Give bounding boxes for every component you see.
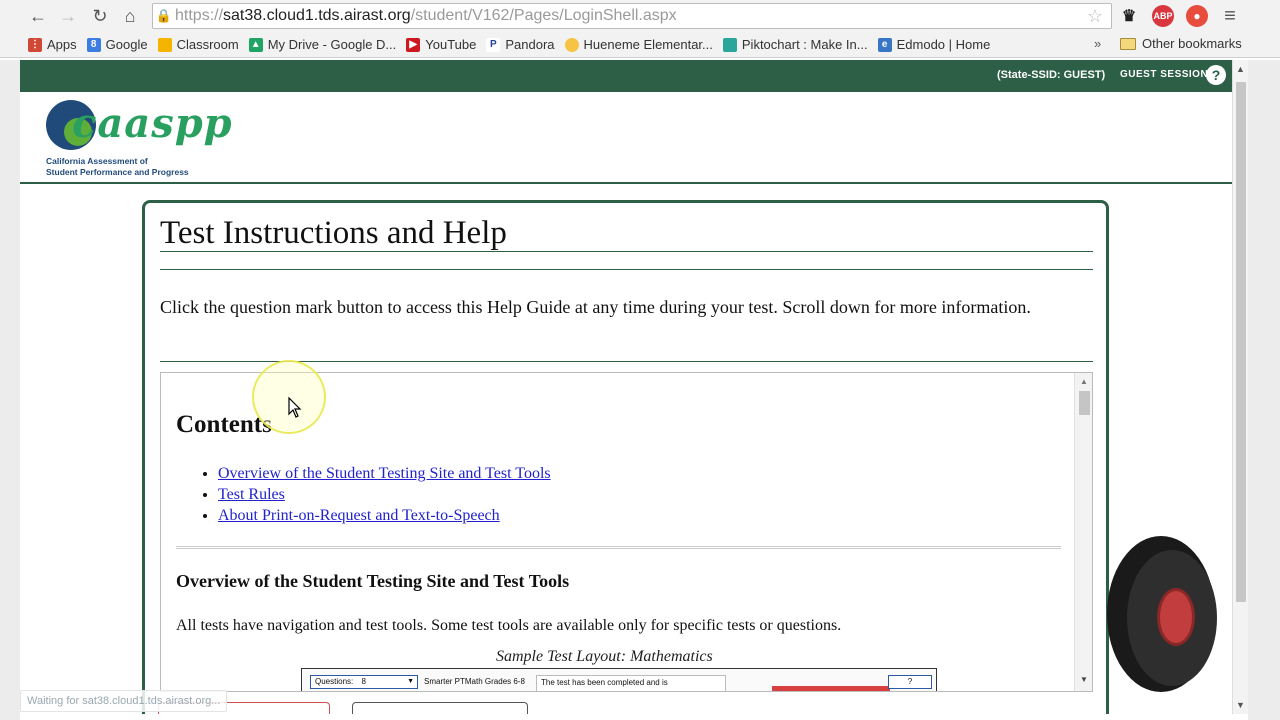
bookmark-label: Pandora	[505, 37, 555, 52]
bookmark-label: Hueneme Elementar...	[583, 37, 713, 52]
bookmark-label: My Drive - Google D...	[267, 37, 397, 52]
other-bookmarks-label: Other bookmarks	[1142, 36, 1242, 51]
site-header: caaspp California Assessment of Student …	[20, 92, 1232, 184]
caaspp-logo: caaspp	[72, 100, 233, 147]
toc-link-overview[interactable]: Overview of the Student Testing Site and…	[218, 465, 551, 482]
bookmark-label: Google	[105, 37, 148, 52]
bookmark-edmodo[interactable]: e Edmodo | Home	[877, 37, 991, 52]
folder-icon	[1120, 37, 1136, 50]
toc-link-print-on-request[interactable]: About Print-on-Request and Text-to-Speec…	[218, 507, 500, 524]
toc-item: About Print-on-Request and Text-to-Speec…	[218, 505, 551, 526]
bookmark-classroom[interactable]: Classroom	[157, 37, 239, 52]
title-divider	[160, 269, 1093, 270]
sample-test-layout-image: Questions: 8 ▼ Smarter PTMath Grades 6-8…	[301, 668, 937, 691]
home-icon[interactable]: ⌂	[116, 2, 144, 30]
classroom-icon	[157, 37, 172, 52]
url-path: /student/V162/Pages/LoginShell.aspx	[410, 7, 677, 24]
bookmark-label: YouTube	[425, 37, 477, 52]
google-icon: 8	[86, 37, 101, 52]
overview-heading: Overview of the Student Testing Site and…	[176, 571, 570, 591]
url-host: sat38.cloud1.tds.airast.org	[223, 7, 411, 24]
browser-toolbar: ← → ↻ ⌂ 🔒 https:// sat38.cloud1.tds.aira…	[0, 0, 1280, 32]
right-gutter	[1248, 60, 1280, 720]
address-bar[interactable]: 🔒 https:// sat38.cloud1.tds.airast.org /…	[152, 3, 1112, 29]
scroll-up-icon[interactable]: ▲	[1236, 64, 1245, 74]
edmodo-icon: e	[877, 37, 892, 52]
table-of-contents: Overview of the Student Testing Site and…	[203, 463, 551, 526]
more-bookmarks-chevron-icon[interactable]: »	[1094, 36, 1101, 51]
scroll-down-icon[interactable]: ▼	[1236, 700, 1245, 710]
youtube-icon: ▶	[406, 37, 421, 52]
guest-session-text: GUEST SESSION	[1120, 69, 1209, 80]
piktochart-icon	[722, 37, 737, 52]
sample-caption: Sample Test Layout: Mathematics	[496, 648, 713, 665]
bookmark-piktochart[interactable]: Piktochart : Make In...	[722, 37, 868, 52]
bookmark-drive[interactable]: ▲ My Drive - Google D...	[248, 37, 397, 52]
mouse-cursor-icon	[288, 397, 302, 418]
extension-red-icon[interactable]: ●	[1186, 5, 1208, 27]
bookmark-label: Apps	[47, 37, 77, 52]
menu-icon[interactable]: ≡	[1216, 2, 1244, 30]
bookmark-star-icon[interactable]: ☆	[1087, 6, 1103, 27]
logo-subtitle: California Assessment of Student Perform…	[46, 156, 189, 178]
bookmark-label: Piktochart : Make In...	[741, 37, 868, 52]
instructions-card: Test Instructions and Help Click the que…	[142, 200, 1109, 714]
logo-sub-line1: California Assessment of	[46, 156, 148, 166]
drive-icon: ▲	[248, 37, 263, 52]
url-scheme: https://	[175, 7, 224, 24]
sample-questions-value: 8	[361, 677, 366, 686]
site-top-bar: (State-SSID: GUEST) GUEST SESSION ?	[20, 60, 1232, 92]
bookmark-label: Classroom	[176, 37, 239, 52]
partial-button[interactable]	[352, 702, 528, 714]
sample-help-button: ?	[888, 675, 932, 689]
other-bookmarks[interactable]: Other bookmarks	[1120, 36, 1242, 51]
adblock-icon[interactable]: ABP	[1152, 5, 1174, 27]
page-viewport: (State-SSID: GUEST) GUEST SESSION ? caas…	[20, 60, 1232, 714]
ssid-text: (State-SSID: GUEST)	[997, 69, 1106, 81]
title-divider	[160, 251, 1093, 252]
sample-red-bar	[772, 686, 890, 691]
sample-questions-label: Questions:	[315, 677, 354, 686]
bookmark-apps[interactable]: ⋮ Apps	[28, 37, 77, 52]
tire-rim	[1157, 588, 1195, 646]
sample-questions-dropdown: Questions: 8 ▼	[310, 675, 418, 689]
back-arrow-icon[interactable]: ←	[24, 2, 52, 30]
bookmark-youtube[interactable]: ▶ YouTube	[406, 37, 476, 52]
bookmark-label: Edmodo | Home	[896, 37, 991, 52]
toc-item: Test Rules	[218, 484, 551, 505]
logo-sub-line2: Student Performance and Progress	[46, 167, 189, 177]
browser-status-bar: Waiting for sat38.cloud1.tds.airast.org.…	[20, 690, 228, 712]
help-question-icon[interactable]: ?	[1206, 65, 1226, 85]
lock-icon: 🔒	[155, 8, 173, 23]
page-scroll-thumb[interactable]	[1236, 82, 1246, 602]
pandora-icon: P	[486, 37, 501, 52]
toc-link-test-rules[interactable]: Test Rules	[218, 486, 285, 503]
frame-scrollbar[interactable]: ▲ ▼	[1074, 373, 1092, 691]
bookmark-google[interactable]: 8 Google	[86, 37, 148, 52]
chevron-down-icon: ▼	[407, 678, 414, 685]
crown-extension-icon[interactable]: ♛	[1118, 5, 1140, 27]
page-scrollbar[interactable]: ▲ ▼	[1232, 60, 1248, 714]
bookmark-hueneme[interactable]: Hueneme Elementar...	[564, 37, 713, 52]
page-title: Test Instructions and Help	[160, 215, 507, 251]
apps-grid-icon: ⋮	[28, 37, 42, 52]
section-divider	[176, 546, 1061, 549]
reload-icon[interactable]: ↻	[86, 2, 114, 30]
scroll-thumb[interactable]	[1079, 391, 1090, 415]
sample-test-title: Smarter PTMath Grades 6-8	[424, 677, 525, 686]
bookmarks-bar: ⋮ Apps 8 Google Classroom ▲ My Drive - G…	[0, 32, 1280, 58]
scroll-up-icon[interactable]: ▲	[1080, 377, 1088, 386]
overview-text: All tests have navigation and test tools…	[176, 617, 842, 634]
sample-message: The test has been completed and is	[536, 675, 726, 691]
bookmark-pandora[interactable]: P Pandora	[486, 37, 555, 52]
forward-arrow-icon[interactable]: →	[54, 2, 82, 30]
scroll-down-icon[interactable]: ▼	[1080, 675, 1088, 684]
hueneme-icon	[564, 37, 579, 52]
left-gutter	[0, 60, 20, 720]
intro-text: Click the question mark button to access…	[160, 297, 1031, 317]
toc-item: Overview of the Student Testing Site and…	[218, 463, 551, 484]
